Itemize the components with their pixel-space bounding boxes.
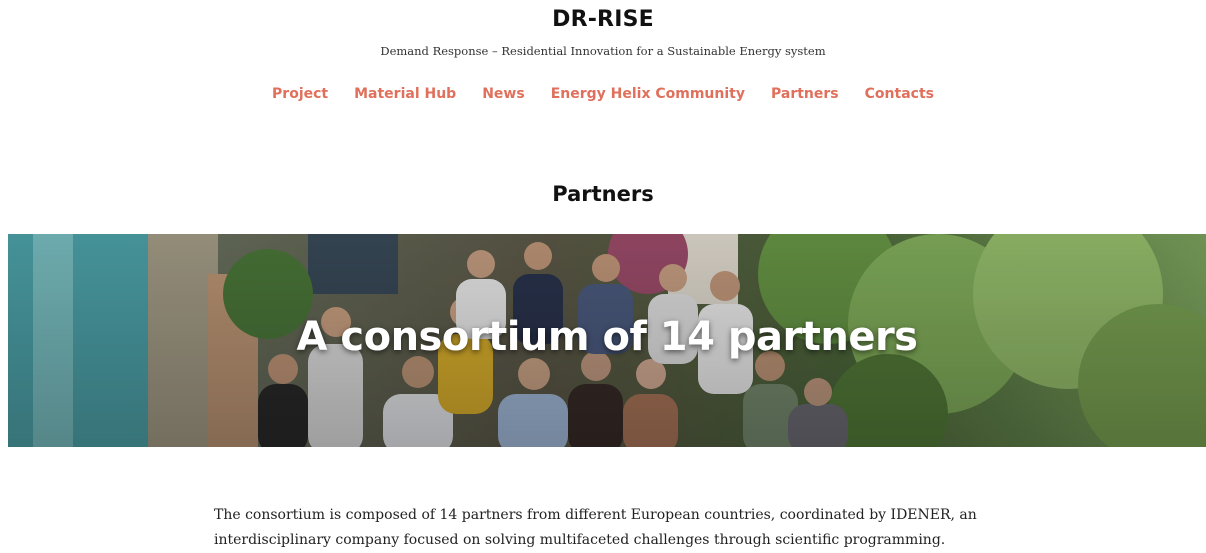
site-tagline: Demand Response – Residential Innovation… xyxy=(380,44,826,58)
hero-banner: A consortium of 14 partners xyxy=(8,234,1206,447)
intro-paragraph: The consortium is composed of 14 partner… xyxy=(214,507,977,548)
page-title: Partners xyxy=(552,182,654,206)
hero-heading: A consortium of 14 partners xyxy=(296,314,919,360)
nav-item-energy-helix-community[interactable]: Energy Helix Community xyxy=(551,86,745,102)
nav-item-news[interactable]: News xyxy=(482,86,524,102)
nav-item-contacts[interactable]: Contacts xyxy=(865,86,934,102)
main-nav: Project Material Hub News Energy Helix C… xyxy=(0,86,1206,102)
nav-item-project[interactable]: Project xyxy=(272,86,328,102)
nav-item-partners[interactable]: Partners xyxy=(771,86,839,102)
site-title[interactable]: DR-RISE xyxy=(0,7,1206,32)
nav-item-material-hub[interactable]: Material Hub xyxy=(354,86,456,102)
